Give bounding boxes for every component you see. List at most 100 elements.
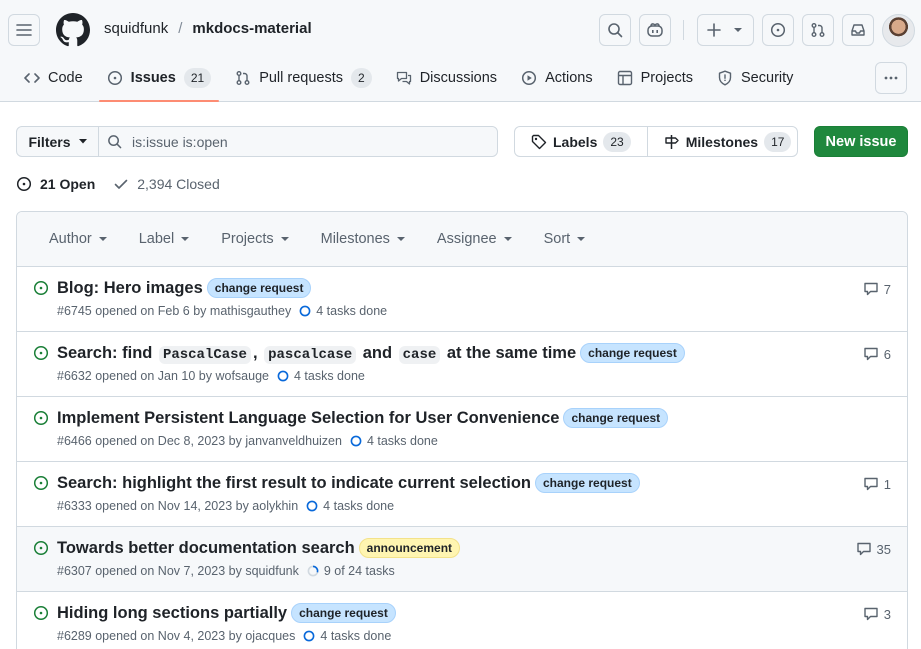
issue-title-link[interactable]: Implement Persistent Language Selection … <box>57 409 559 428</box>
issue-label[interactable]: change request <box>563 408 669 428</box>
task-progress-label: 9 of 24 tasks <box>323 564 395 578</box>
labels-count-badge: 23 <box>603 131 631 152</box>
issue-search-input[interactable] <box>132 133 472 150</box>
task-progress: 4 tasks done <box>350 434 438 448</box>
label-filter-dropdown[interactable]: Label <box>139 231 189 247</box>
issue-title-link[interactable]: Hiding long sections partially <box>57 604 287 623</box>
issue-title-link[interactable]: Search: highlight the first result to in… <box>57 474 531 493</box>
new-issue-button[interactable]: New issue <box>814 126 908 157</box>
open-issues-link[interactable]: 21 Open <box>16 176 95 192</box>
issue-title-link[interactable]: Blog: Hero images <box>57 279 203 298</box>
closed-issues-link[interactable]: 2,394 Closed <box>113 176 220 192</box>
task-progress-label: 4 tasks done <box>316 304 388 318</box>
issue-row: Implement Persistent Language Selection … <box>17 397 907 462</box>
comment-icon <box>864 282 878 296</box>
filters-dropdown-button[interactable]: Filters <box>17 127 99 156</box>
issue-title-container: Hiding long sections partially change re… <box>57 603 396 623</box>
comment-icon <box>864 607 878 621</box>
repo-owner-link[interactable]: squidfunk <box>104 20 168 37</box>
tab-projects[interactable]: Projects <box>609 62 701 94</box>
comment-count-link[interactable]: 1 <box>863 476 891 492</box>
breadcrumb: squidfunk / mkdocs-material <box>104 20 312 37</box>
comment-count: 3 <box>883 606 891 622</box>
user-avatar[interactable] <box>882 14 915 47</box>
issue-opened-icon <box>16 176 32 192</box>
issue-title-link[interactable]: Search: find PascalCase, pascalcase and … <box>57 343 576 364</box>
header-divider <box>683 20 684 40</box>
labels-milestones-group: Labels 23 Milestones 17 <box>514 126 798 157</box>
search-button[interactable] <box>599 14 631 46</box>
kebab-horizontal-icon <box>884 76 898 80</box>
repo-tabs: Code Issues 21 Pull requests 2 Discussio… <box>16 62 809 102</box>
issue-title-container: Towards better documentation search anno… <box>57 538 461 558</box>
labels-button-label: Labels <box>553 133 598 150</box>
milestones-button-label: Milestones <box>685 133 759 150</box>
task-progress-icon <box>299 305 311 317</box>
tab-security[interactable]: Security <box>709 62 801 94</box>
comment-count-link[interactable]: 35 <box>856 541 891 557</box>
pull-requests-count-badge: 2 <box>351 68 372 88</box>
issue-search-field[interactable] <box>99 127 497 156</box>
issue-label[interactable]: change request <box>580 343 685 363</box>
task-progress: 9 of 24 tasks <box>307 564 395 578</box>
issue-list: Author Label Projects Milestones Assigne… <box>16 211 908 649</box>
copilot-icon <box>647 23 663 37</box>
closed-count-label: 2,394 Closed <box>137 176 220 192</box>
issue-opened-icon <box>107 70 122 86</box>
comment-count-link[interactable]: 6 <box>863 346 891 362</box>
issue-opened-icon <box>33 605 49 621</box>
issue-opened-icon <box>33 280 49 296</box>
tab-label: Security <box>741 70 794 86</box>
copilot-button[interactable] <box>639 14 671 46</box>
issue-label[interactable]: change request <box>291 603 396 623</box>
issue-label[interactable]: change request <box>535 473 640 493</box>
sort-dropdown[interactable]: Sort <box>544 231 586 247</box>
comment-count-link[interactable]: 7 <box>863 281 891 297</box>
issue-row: Blog: Hero images change request #6745 o… <box>17 267 907 332</box>
tab-label: Issues <box>130 70 176 86</box>
issue-opened-icon <box>33 475 49 491</box>
issue-opened-info: #6289 opened on Nov 4, 2023 by ojacques <box>57 629 296 643</box>
issue-opened-icon <box>33 345 49 361</box>
milestones-button[interactable]: Milestones 17 <box>646 127 808 156</box>
task-progress-partial-icon <box>307 565 319 577</box>
projects-filter-dropdown[interactable]: Projects <box>221 231 288 247</box>
tab-pull-requests[interactable]: Pull requests 2 <box>227 62 380 94</box>
tab-actions[interactable]: Actions <box>513 62 601 94</box>
table-icon <box>617 70 632 86</box>
tab-label: Actions <box>545 70 593 86</box>
inbox-button[interactable] <box>842 14 874 46</box>
task-progress-icon <box>303 630 315 642</box>
issues-count-badge: 21 <box>183 68 212 88</box>
author-filter-dropdown[interactable]: Author <box>49 231 107 247</box>
milestones-filter-dropdown[interactable]: Milestones <box>321 231 405 247</box>
more-tabs-button[interactable] <box>875 62 907 94</box>
tab-code[interactable]: Code <box>16 62 91 94</box>
github-logo-icon[interactable] <box>56 13 90 47</box>
issue-title-link[interactable]: Towards better documentation search <box>57 539 355 558</box>
create-new-button[interactable] <box>697 14 754 46</box>
repo-name-link[interactable]: mkdocs-material <box>192 20 311 37</box>
issue-opened-icon <box>770 22 786 38</box>
tab-discussions[interactable]: Discussions <box>388 62 505 94</box>
issue-label[interactable]: change request <box>206 278 312 298</box>
comment-discussion-icon <box>396 71 411 85</box>
tab-issues[interactable]: Issues 21 <box>98 62 220 102</box>
task-progress-label: 4 tasks done <box>320 629 392 643</box>
menu-button[interactable] <box>8 14 40 46</box>
issue-label[interactable]: announcement <box>358 538 461 558</box>
title-code: PascalCase <box>158 345 251 364</box>
issue-meta: #6307 opened on Nov 7, 2023 by squidfunk… <box>57 564 395 578</box>
labels-button[interactable]: Labels 23 <box>515 127 647 156</box>
your-pull-requests-button[interactable] <box>802 14 834 46</box>
title-text: and <box>358 343 397 362</box>
task-progress: 4 tasks done <box>277 369 365 383</box>
filters-button-label: Filters <box>28 133 71 150</box>
assignee-filter-dropdown[interactable]: Assignee <box>437 231 512 247</box>
issue-title-container: Blog: Hero images change request <box>57 278 312 298</box>
your-issues-button[interactable] <box>762 14 794 46</box>
title-code: pascalcase <box>264 345 357 364</box>
issue-meta: #6745 opened on Feb 6 by mathisgauthey 4… <box>57 304 387 318</box>
comment-count-link[interactable]: 3 <box>863 606 891 622</box>
repo-header: squidfunk / mkdocs-material Code Issues … <box>0 0 921 102</box>
